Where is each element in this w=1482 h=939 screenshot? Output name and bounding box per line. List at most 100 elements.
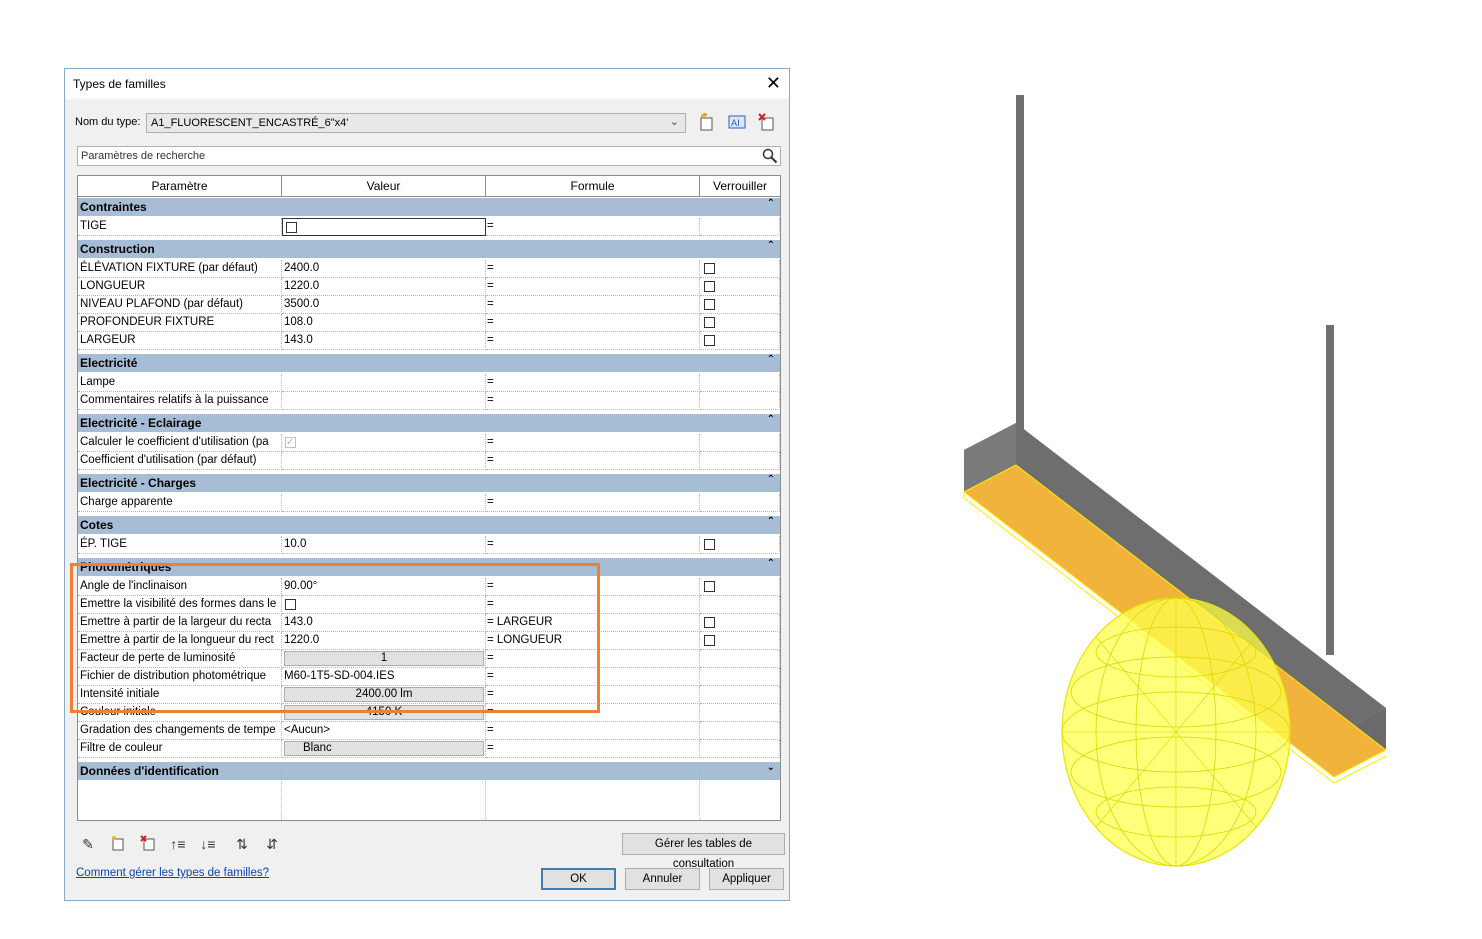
value-checkbox[interactable] xyxy=(286,222,297,233)
value-button[interactable]: Blanc xyxy=(284,741,484,756)
family-types-dialog: Types de familles ✕ Nom du type: A1_FLUO… xyxy=(64,68,790,901)
delete-type-icon[interactable] xyxy=(756,113,778,135)
sort-descending-icon[interactable]: ⇵ xyxy=(263,835,281,853)
lock-cell xyxy=(700,296,780,314)
collapse-chevron-icon[interactable]: ⌃ xyxy=(767,240,775,251)
value-checkbox[interactable]: ✓ xyxy=(285,437,296,448)
formula-value[interactable]: = xyxy=(486,434,700,452)
ok-button[interactable]: OK xyxy=(541,868,616,890)
collapse-chevron-icon[interactable]: ⌃ xyxy=(767,414,775,425)
group-header-electricite-eclairage[interactable]: Electricité - Eclairage ⌃ xyxy=(78,414,780,432)
formula-value[interactable]: = xyxy=(486,452,700,470)
formula-value[interactable]: = xyxy=(486,392,700,410)
parameter-name: Charge apparente xyxy=(78,494,282,512)
group-header-contraintes[interactable]: Contraintes ⌃ xyxy=(78,198,780,216)
lock-checkbox[interactable] xyxy=(704,281,715,292)
parameter-value[interactable] xyxy=(282,374,486,392)
delete-parameter-icon[interactable] xyxy=(139,835,157,853)
close-icon[interactable]: ✕ xyxy=(766,73,781,93)
svg-text:AI: AI xyxy=(731,119,740,129)
lock-cell xyxy=(700,632,780,650)
collapse-chevron-icon[interactable]: ⌃ xyxy=(767,516,775,527)
parameter-value[interactable]: 1220.0 xyxy=(282,278,486,296)
formula-value[interactable]: = xyxy=(486,260,700,278)
sort-ascending-icon[interactable]: ⇅ xyxy=(233,835,251,853)
lock-cell xyxy=(700,434,780,452)
column-header-formula[interactable]: Formule xyxy=(486,176,700,197)
parameter-value[interactable] xyxy=(282,452,486,470)
table-row: PROFONDEUR FIXTURE 108.0 = xyxy=(78,314,780,332)
parameters-table: Paramètre Valeur Formule Verrouiller Con… xyxy=(77,175,781,821)
parameter-name: ÉLÉVATION FIXTURE (par défaut) xyxy=(78,260,282,278)
type-name-dropdown[interactable]: A1_FLUORESCENT_ENCASTRÉ_6"x4' ⌄ xyxy=(146,113,686,133)
collapse-chevron-icon[interactable]: ⌃ xyxy=(767,558,775,569)
lock-cell xyxy=(700,650,780,668)
parameter-value[interactable]: Blanc xyxy=(282,740,486,758)
formula-value[interactable]: = xyxy=(486,218,700,236)
group-header-construction[interactable]: Construction ⌃ xyxy=(78,240,780,258)
parameter-value[interactable] xyxy=(282,494,486,512)
table-row: Coefficient d'utilisation (par défaut) = xyxy=(78,452,780,470)
parameter-name: Lampe xyxy=(78,374,282,392)
parameter-value[interactable]: 143.0 xyxy=(282,332,486,350)
collapse-chevron-icon[interactable]: ⌃ xyxy=(767,474,775,485)
collapse-chevron-icon[interactable]: ⌃ xyxy=(767,198,775,209)
parameter-value[interactable]: 10.0 xyxy=(282,536,486,554)
lock-checkbox[interactable] xyxy=(704,635,715,646)
help-link[interactable]: Comment gérer les types de familles? xyxy=(76,867,269,879)
move-up-icon[interactable]: ↑≡ xyxy=(169,835,187,853)
dialog-title: Types de familles xyxy=(73,77,166,91)
group-header-electricite-charges[interactable]: Electricité - Charges ⌃ xyxy=(78,474,780,492)
parameter-value[interactable]: 2400.0 xyxy=(282,260,486,278)
rename-type-icon[interactable]: AI xyxy=(726,113,748,135)
formula-value[interactable]: = xyxy=(486,332,700,350)
group-name: Cotes xyxy=(80,518,114,532)
group-header-cotes[interactable]: Cotes ⌃ xyxy=(78,516,780,534)
formula-value[interactable]: = xyxy=(486,740,700,758)
parameter-value[interactable] xyxy=(282,218,486,236)
lock-cell xyxy=(700,332,780,350)
column-header-parameter[interactable]: Paramètre xyxy=(78,176,282,197)
parameter-value[interactable]: ✓ xyxy=(282,434,486,452)
formula-value[interactable]: = xyxy=(486,374,700,392)
formula-value[interactable]: = xyxy=(486,278,700,296)
type-name-label: Nom du type: xyxy=(75,116,141,128)
lock-checkbox[interactable] xyxy=(704,335,715,346)
lock-checkbox[interactable] xyxy=(704,581,715,592)
parameter-name: Gradation des changements de tempe xyxy=(78,722,282,740)
formula-value[interactable]: = xyxy=(486,722,700,740)
collapse-chevron-icon[interactable]: ⌃ xyxy=(767,354,775,365)
parameter-value[interactable]: 3500.0 xyxy=(282,296,486,314)
lock-checkbox[interactable] xyxy=(704,617,715,628)
group-header-electricite[interactable]: Electricité ⌃ xyxy=(78,354,780,372)
formula-value[interactable]: = xyxy=(486,494,700,512)
search-icon[interactable] xyxy=(762,148,778,164)
lock-cell xyxy=(700,452,780,470)
edit-pencil-icon[interactable]: ✎ xyxy=(79,835,97,853)
new-parameter-icon[interactable] xyxy=(109,835,127,853)
column-header-lock[interactable]: Verrouiller xyxy=(700,176,780,197)
lock-checkbox[interactable] xyxy=(704,263,715,274)
column-header-value[interactable]: Valeur xyxy=(282,176,486,197)
parameter-value[interactable]: 108.0 xyxy=(282,314,486,332)
move-down-icon[interactable]: ↓≡ xyxy=(199,835,217,853)
lock-checkbox[interactable] xyxy=(704,317,715,328)
lock-cell xyxy=(700,722,780,740)
lock-cell xyxy=(700,596,780,614)
parameter-value[interactable]: <Aucun> xyxy=(282,722,486,740)
suspension-rod-left xyxy=(1016,95,1024,435)
group-name: Electricité - Eclairage xyxy=(80,416,202,430)
manage-lookup-tables-button[interactable]: Gérer les tables de consultation xyxy=(622,833,785,870)
new-type-icon[interactable] xyxy=(696,112,718,135)
formula-value[interactable]: = xyxy=(486,536,700,554)
formula-value[interactable]: = xyxy=(486,314,700,332)
cancel-button[interactable]: Annuler xyxy=(625,868,700,890)
search-input[interactable]: Paramètres de recherche xyxy=(77,146,781,166)
lock-checkbox[interactable] xyxy=(704,299,715,310)
formula-value[interactable]: = xyxy=(486,296,700,314)
parameter-value[interactable] xyxy=(282,392,486,410)
expand-chevron-icon[interactable]: ⌄ xyxy=(767,762,775,773)
lock-checkbox[interactable] xyxy=(704,539,715,550)
apply-button[interactable]: Appliquer xyxy=(709,868,784,890)
lock-cell xyxy=(700,704,780,722)
